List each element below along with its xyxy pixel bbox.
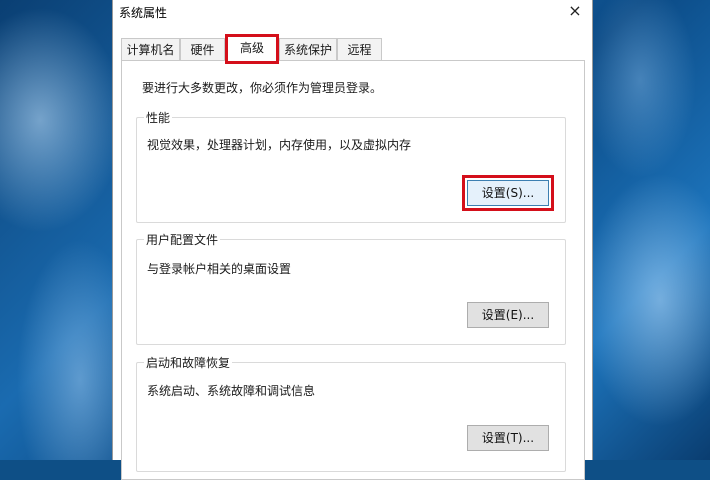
tab-strip: 计算机名 硬件 高级 系统保护 远程: [121, 34, 581, 64]
tab-hardware[interactable]: 硬件: [180, 38, 225, 60]
user-profiles-legend: 用户配置文件: [144, 231, 221, 248]
tab-remote[interactable]: 远程: [337, 38, 382, 60]
system-properties-dialog: 系统属性 × 计算机名 硬件 高级 系统保护 远程 要进行大多数更改，你必须作为…: [112, 0, 593, 480]
user-profiles-settings-button[interactable]: 设置(E)...: [467, 302, 549, 328]
performance-group: 性能 视觉效果，处理器计划，内存使用，以及虚拟内存 设置(S)...: [136, 109, 566, 223]
close-icon[interactable]: ×: [558, 0, 592, 24]
tab-computer-name[interactable]: 计算机名: [121, 38, 180, 60]
startup-recovery-description: 系统启动、系统故障和调试信息: [147, 384, 316, 398]
performance-settings-button[interactable]: 设置(S)...: [462, 175, 554, 211]
startup-recovery-legend: 启动和故障恢复: [144, 354, 233, 371]
tab-advanced[interactable]: 高级: [225, 34, 279, 64]
startup-recovery-group: 启动和故障恢复 系统启动、系统故障和调试信息 设置(T)...: [136, 354, 566, 472]
tab-system-protection[interactable]: 系统保护: [279, 38, 337, 60]
user-profiles-description: 与登录帐户相关的桌面设置: [147, 262, 292, 276]
performance-description: 视觉效果，处理器计划，内存使用，以及虚拟内存: [147, 138, 412, 152]
advanced-tab-panel: 要进行大多数更改，你必须作为管理员登录。 性能 视觉效果，处理器计划，内存使用，…: [121, 60, 585, 480]
performance-legend: 性能: [144, 109, 173, 126]
startup-recovery-settings-button[interactable]: 设置(T)...: [467, 425, 549, 451]
user-profiles-group: 用户配置文件 与登录帐户相关的桌面设置 设置(E)...: [136, 231, 566, 345]
title-bar: 系统属性 ×: [113, 0, 592, 26]
window-title: 系统属性: [119, 6, 168, 20]
admin-notice: 要进行大多数更改，你必须作为管理员登录。: [142, 81, 383, 95]
